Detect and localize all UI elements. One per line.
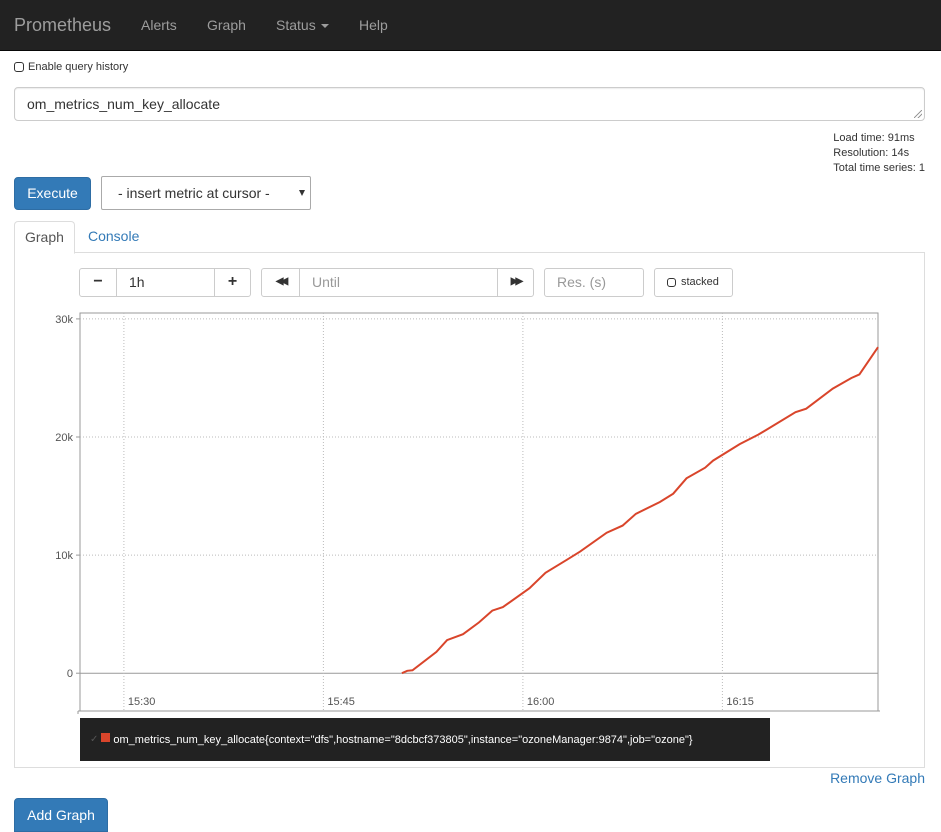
x-tick-label: 15:45: [327, 696, 355, 708]
legend: ✓ om_metrics_num_key_allocate{context="d…: [80, 718, 770, 761]
add-graph-button[interactable]: Add Graph: [14, 798, 108, 832]
y-tick-label: 10k: [55, 550, 73, 562]
legend-series-label[interactable]: om_metrics_num_key_allocate{context="dfs…: [113, 734, 692, 746]
remove-graph-link[interactable]: Remove Graph: [830, 770, 925, 786]
y-tick-label: 20k: [55, 432, 73, 444]
x-tick-label: 16:00: [527, 696, 555, 708]
plot-area: [79, 312, 879, 712]
graph-chart: 0 10k 20k 30k 15:30 15:45 16:00 16:15: [55, 312, 880, 714]
x-tick-label: 15:30: [128, 696, 156, 708]
y-axis: 0 10k 20k 30k: [55, 314, 80, 680]
check-icon[interactable]: ✓: [90, 734, 98, 745]
y-tick-label: 30k: [55, 314, 73, 326]
series-swatch: [101, 733, 111, 742]
x-tick-label: 16:15: [726, 696, 754, 708]
y-tick-label: 0: [67, 668, 73, 680]
